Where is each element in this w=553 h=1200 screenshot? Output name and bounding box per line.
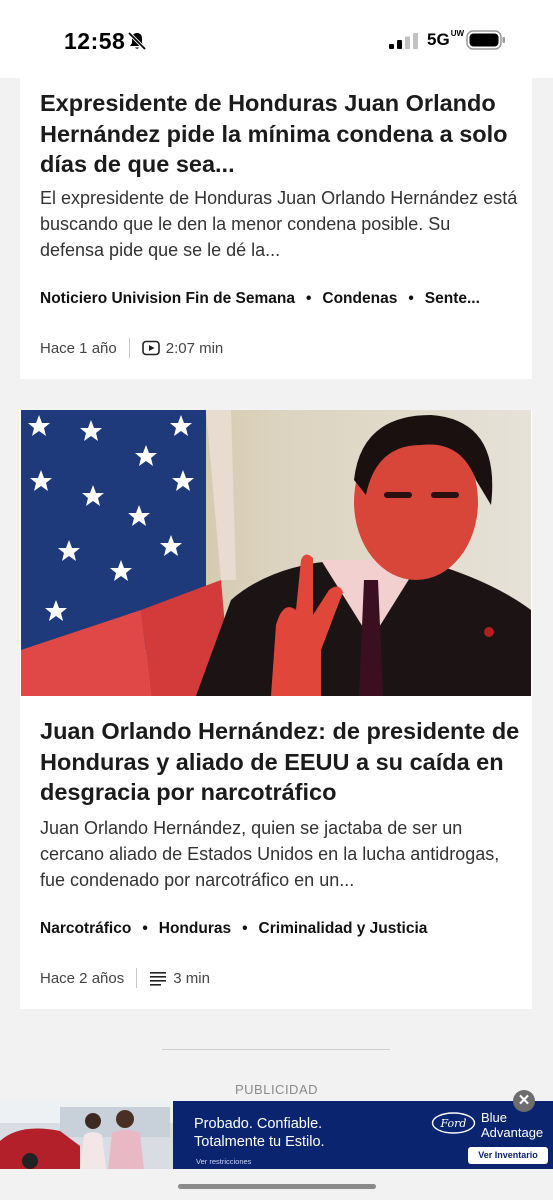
signal-strength-icon <box>389 33 418 49</box>
bell-muted-icon <box>127 31 147 51</box>
video-play-icon <box>141 340 160 356</box>
battery-icon <box>466 30 505 50</box>
article-card[interactable]: Juan Orlando Hernández: de presidente de… <box>20 410 532 1009</box>
article-meta: Hace 1 año 2:07 min <box>40 338 223 358</box>
article-summary: El expresidente de Honduras Juan Orlando… <box>40 188 518 260</box>
tag-separator: • <box>142 920 148 937</box>
tag-link[interactable]: Narcotráfico <box>40 920 131 937</box>
article-tags: Noticiero Univision Fin de Semana • Conden… <box>40 290 520 308</box>
article-image[interactable] <box>21 410 531 696</box>
tag-separator: • <box>242 920 248 937</box>
ad-photo <box>0 1101 173 1169</box>
tag-link[interactable]: Honduras <box>159 920 231 937</box>
ad-close-button[interactable]: ✕ <box>513 1090 535 1112</box>
tag-link[interactable]: Noticiero Univision Fin de Semana <box>40 290 295 307</box>
meta-divider <box>136 968 138 988</box>
ad-banner[interactable]: Probado. Confiable. Totalmente tu Estilo… <box>0 1101 553 1169</box>
article-card[interactable]: Expresidente de Honduras Juan Orlando He… <box>20 78 532 379</box>
ad-label: PUBLICIDAD <box>234 1082 319 1097</box>
article-duration: 2:07 min <box>165 339 224 357</box>
tag-link[interactable]: Condenas <box>322 290 397 307</box>
article-headline[interactable]: Expresidente de Honduras Juan Orlando He… <box>40 88 520 180</box>
tag-link[interactable]: Criminalidad y Justicia <box>259 920 428 937</box>
meta-divider <box>128 338 130 358</box>
ad-cta-button[interactable]: Ver Inventario <box>468 1147 548 1164</box>
ford-logo: Ford <box>431 1112 476 1134</box>
status-time: 12:58 <box>64 28 126 54</box>
article-age: Hace 1 año <box>40 339 117 357</box>
tag-separator: • <box>408 290 414 307</box>
ad-fine-print[interactable]: Ver restricciones <box>196 1157 251 1166</box>
svg-text:Ford: Ford <box>440 1117 467 1130</box>
ad-headline: Probado. Confiable. Totalmente tu Estilo… <box>194 1116 325 1150</box>
article-summary: Juan Orlando Hernández, quien se jactaba… <box>40 818 500 890</box>
article-age: Hace 2 años <box>40 969 125 987</box>
tag-link[interactable]: Sente... <box>425 290 480 307</box>
home-indicator[interactable] <box>178 1184 376 1189</box>
section-divider <box>162 1049 390 1050</box>
status-bar: 12:58 5GUW <box>0 0 553 78</box>
article-duration: 3 min <box>173 969 210 987</box>
article-tags: Narcotráfico • Honduras • Criminalidad y Jus… <box>40 920 520 938</box>
article-headline[interactable]: Juan Orlando Hernández: de presidente de… <box>40 716 520 808</box>
ad-brand: Blue Advantage <box>481 1110 544 1140</box>
network-suffix: UW <box>450 29 465 38</box>
tag-separator: • <box>305 290 312 307</box>
text-lines-icon <box>150 972 167 986</box>
article-meta: Hace 2 años 3 min <box>40 968 210 988</box>
network-type: 5GUW <box>427 29 465 50</box>
